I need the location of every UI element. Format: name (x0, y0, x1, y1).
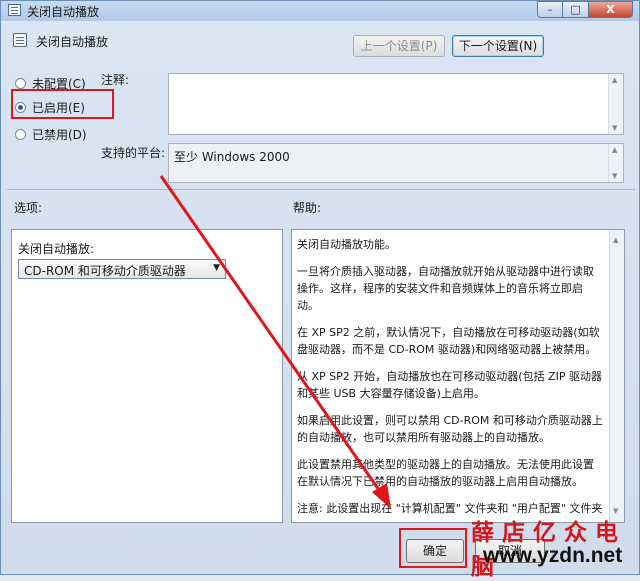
help-paragraph: 如果启用此设置，则可以禁用 CD-ROM 和可移动介质驱动器上的自动播放，也可以… (297, 414, 603, 444)
setting-title: 关闭自动播放 (36, 35, 109, 49)
platform-label: 支持的平台: (101, 146, 166, 160)
platform-field: 至少 Windows 2000 ▲ ▼ (168, 143, 624, 183)
platform-value: 至少 Windows 2000 (174, 150, 290, 164)
options-heading: 选项: (14, 201, 43, 215)
comment-textarea[interactable]: ▲ ▼ (168, 73, 624, 135)
window-controls: – □ X (537, 1, 633, 19)
scroll-up-icon[interactable]: ▲ (612, 146, 617, 154)
window-title: 关闭自动播放 (27, 5, 100, 19)
setting-icon (13, 33, 27, 47)
radio-circle[interactable] (15, 78, 26, 89)
policy-icon (8, 4, 21, 16)
help-paragraph: 关闭自动播放功能。 (297, 238, 396, 251)
help-paragraph: 在 XP SP2 之前，默认情况下，自动播放在可移动驱动器(如软盘驱动器，而不是… (297, 326, 600, 356)
select-value: CD-ROM 和可移动介质驱动器 (24, 264, 186, 278)
title-bar[interactable]: 关闭自动播放 – □ X (1, 1, 639, 21)
watermark-url: www.yzdn.net (483, 544, 623, 567)
scroll-down-icon[interactable]: ▼ (612, 172, 617, 180)
options-panel: 关闭自动播放: CD-ROM 和可移动介质驱动器 ▼ (11, 229, 283, 523)
minimize-button[interactable]: – (537, 1, 563, 18)
radio-circle[interactable] (15, 129, 26, 140)
scroll-down-icon[interactable]: ▼ (612, 124, 617, 132)
section-divider (7, 189, 635, 190)
radio-label: 已禁用(D) (32, 128, 87, 142)
chevron-down-icon[interactable]: ▼ (213, 263, 220, 273)
policy-dialog: 关闭自动播放 – □ X 关闭自动播放 上一个设置(P) 下一个设置(N) 未配… (0, 0, 640, 580)
comment-scrollbar[interactable]: ▲ ▼ (608, 74, 623, 134)
scroll-up-icon[interactable]: ▲ (612, 76, 617, 84)
help-paragraph: 一旦将介质插入驱动器，自动播放就开始从驱动器中进行读取操作。这样，程序的安装文件… (297, 265, 594, 312)
radio-disabled[interactable]: 已禁用(D) (15, 126, 87, 143)
autoplay-drive-select[interactable]: CD-ROM 和可移动介质驱动器 ▼ (18, 259, 226, 279)
dropdown-label: 关闭自动播放: (18, 242, 95, 256)
platform-scrollbar[interactable]: ▲ ▼ (608, 144, 623, 182)
ok-highlight-annotation (399, 528, 467, 568)
help-scrollbar[interactable]: ▲ ▼ (609, 230, 624, 522)
help-paragraph: 从 XP SP2 开始，自动播放也在可移动驱动器(包括 ZIP 驱动器和某些 U… (297, 370, 602, 400)
enabled-highlight-annotation (11, 89, 114, 119)
previous-setting-button[interactable]: 上一个设置(P) (353, 35, 445, 57)
next-setting-button[interactable]: 下一个设置(N) (452, 35, 544, 57)
maximize-button[interactable]: □ (563, 1, 589, 18)
comment-label: 注释: (101, 73, 130, 87)
help-heading: 帮助: (293, 201, 322, 215)
close-button[interactable]: X (589, 1, 633, 18)
help-paragraph: 此设置禁用其他类型的驱动器上的自动播放。无法使用此设置在默认情况下已禁用的自动播… (297, 458, 594, 488)
help-panel: 关闭自动播放功能。 一旦将介质插入驱动器，自动播放就开始从驱动器中进行读取操作。… (291, 229, 625, 523)
scroll-up-icon[interactable]: ▲ (613, 232, 618, 249)
